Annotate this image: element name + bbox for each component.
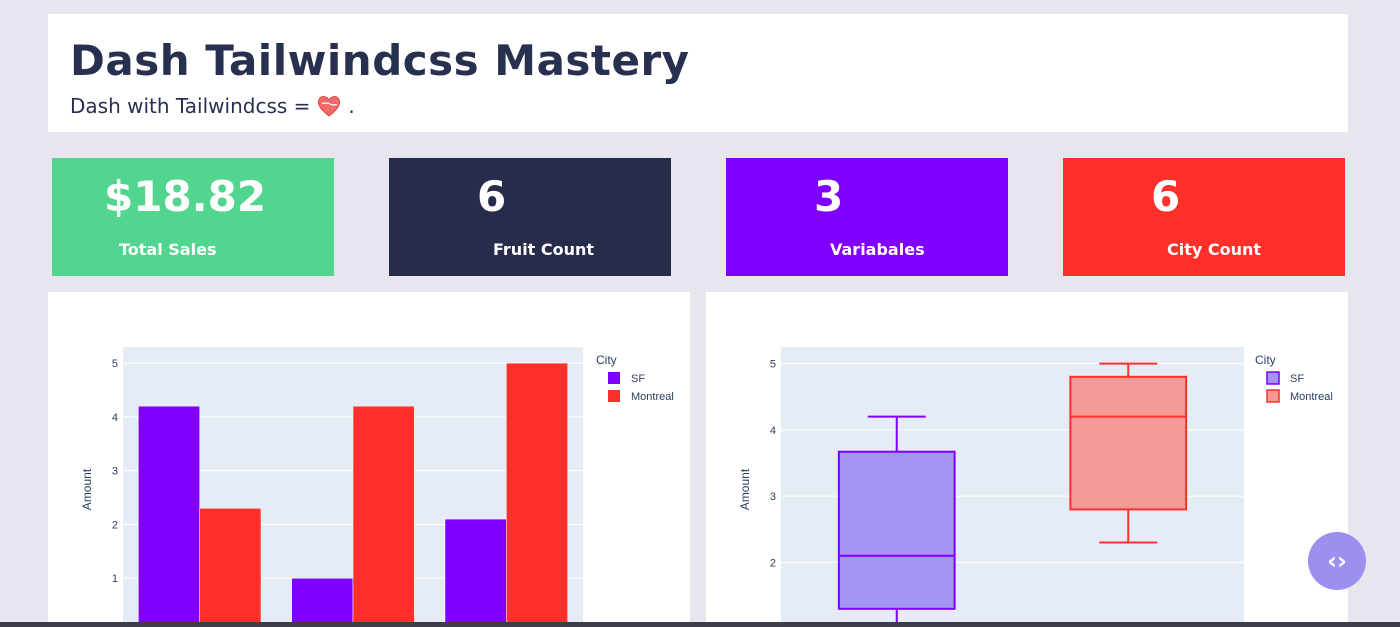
bar xyxy=(138,405,200,627)
bar xyxy=(199,508,262,627)
bar xyxy=(352,405,415,627)
y-tick-label: 3 xyxy=(112,466,118,478)
y-tick-label: 4 xyxy=(770,425,776,437)
y-tick-label: 2 xyxy=(770,557,776,569)
page-header: Dash Tailwindcss Mastery Dash with Tailw… xyxy=(48,14,1348,132)
y-tick-label: 2 xyxy=(112,519,118,531)
legend-label: Montreal xyxy=(1290,391,1333,403)
box xyxy=(837,450,956,610)
bar xyxy=(444,518,507,627)
legend-swatch xyxy=(608,372,620,384)
y-tick-label: 1 xyxy=(112,573,118,585)
card-value: 6 xyxy=(477,172,507,221)
card-value: 6 xyxy=(1151,172,1181,221)
bottom-bar xyxy=(0,622,1400,627)
heart-icon xyxy=(316,94,342,118)
card-city-count: 6 City Count xyxy=(1063,158,1345,276)
page-subtitle: Dash with Tailwindcss = . xyxy=(70,94,355,118)
legend-label: SF xyxy=(631,373,645,385)
code-brackets-icon: ‹› xyxy=(1327,547,1347,575)
y-tick-label: 3 xyxy=(770,491,776,503)
bar-chart-panel: 1 2 3 4 5 Amount City SF Montreal xyxy=(48,292,690,627)
legend-swatch xyxy=(608,390,620,402)
subtitle-text: Dash with Tailwindcss = xyxy=(70,94,311,118)
card-value: 3 xyxy=(814,172,844,221)
y-tick-label: 5 xyxy=(112,358,118,370)
y-tick-label: 4 xyxy=(112,412,118,424)
bar xyxy=(506,362,568,627)
box xyxy=(1069,375,1188,511)
y-axis-label: Amount xyxy=(738,468,752,510)
legend-swatch xyxy=(1266,389,1280,403)
card-fruit-count: 6 Fruit Count xyxy=(389,158,671,276)
legend-label: Montreal xyxy=(631,391,674,403)
legend-title: City xyxy=(596,353,617,367)
card-total-sales: $18.82 Total Sales xyxy=(52,158,334,276)
card-label: Variabales xyxy=(830,240,925,259)
box-chart: 12345AmountCitySFMontreal xyxy=(738,347,1333,627)
legend-title: City xyxy=(1255,353,1276,367)
legend-swatch xyxy=(1266,371,1280,385)
code-toggle-button[interactable]: ‹› xyxy=(1308,532,1366,590)
card-label: Fruit Count xyxy=(493,240,595,259)
card-variables: 3 Variabales xyxy=(726,158,1008,276)
card-label: Total Sales xyxy=(119,240,217,259)
box-chart-panel: 12345AmountCitySFMontreal xyxy=(706,292,1348,627)
card-value: $18.82 xyxy=(104,172,267,221)
bar-chart: 1 2 3 4 5 Amount City SF Montreal xyxy=(80,347,674,627)
y-axis-label: Amount xyxy=(80,468,94,510)
y-tick-label: 5 xyxy=(770,359,776,371)
legend-label: SF xyxy=(1290,373,1304,385)
subtitle-suffix: . xyxy=(348,94,355,118)
bar xyxy=(291,577,354,627)
page-title: Dash Tailwindcss Mastery xyxy=(70,36,690,85)
card-label: City Count xyxy=(1167,240,1262,259)
